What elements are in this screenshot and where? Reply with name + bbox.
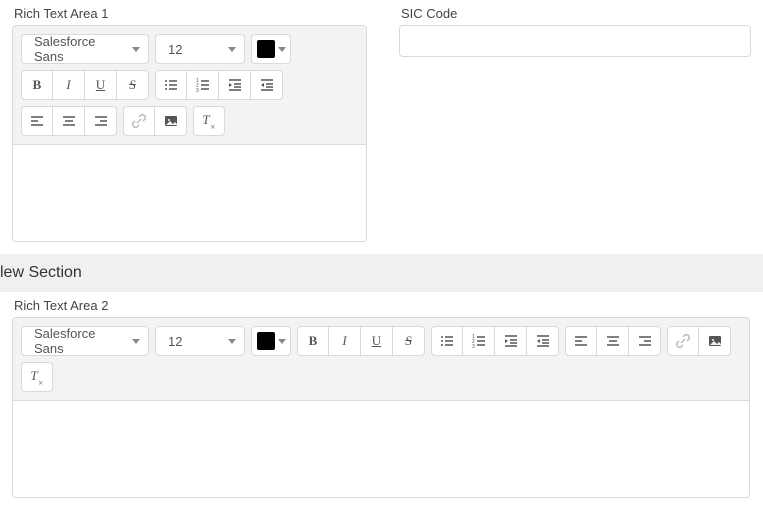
clear-format-icon: T×	[30, 368, 43, 386]
font-size-value: 12	[168, 334, 182, 349]
underline-icon: U	[96, 77, 105, 93]
color-swatch-icon	[257, 332, 275, 350]
strike-icon: S	[129, 77, 136, 93]
image-button[interactable]	[699, 326, 731, 356]
italic-icon: I	[342, 333, 346, 349]
align-right-icon	[93, 113, 109, 129]
list-group: 123	[155, 70, 283, 100]
align-center-button[interactable]	[597, 326, 629, 356]
italic-button[interactable]: I	[53, 70, 85, 100]
strike-icon: S	[405, 333, 412, 349]
underline-icon: U	[372, 333, 381, 349]
italic-button[interactable]: I	[329, 326, 361, 356]
image-icon	[707, 333, 723, 349]
align-right-icon	[637, 333, 653, 349]
section-title: lew Section	[0, 264, 82, 281]
svg-text:3: 3	[196, 88, 199, 93]
align-left-button[interactable]	[21, 106, 53, 136]
svg-text:3: 3	[472, 344, 475, 349]
align-right-button[interactable]	[629, 326, 661, 356]
insert-group	[123, 106, 187, 136]
sic-code-label: SIC Code	[399, 6, 751, 21]
align-left-icon	[29, 113, 45, 129]
outdent-icon	[259, 77, 275, 93]
chevron-down-icon	[228, 47, 236, 52]
bold-icon: B	[309, 333, 318, 349]
outdent-button[interactable]	[251, 70, 283, 100]
underline-button[interactable]: U	[361, 326, 393, 356]
indent-icon	[227, 77, 243, 93]
outdent-icon	[535, 333, 551, 349]
font-size-select[interactable]: 12	[155, 34, 245, 64]
bulleted-list-button[interactable]	[155, 70, 187, 100]
align-center-icon	[605, 333, 621, 349]
clear-group: T×	[21, 362, 53, 392]
numbered-list-icon: 123	[471, 333, 487, 349]
indent-button[interactable]	[495, 326, 527, 356]
bulleted-list-button[interactable]	[431, 326, 463, 356]
indent-button[interactable]	[219, 70, 251, 100]
font-family-select[interactable]: Salesforce Sans	[21, 326, 149, 356]
text-style-group: B I U S	[297, 326, 425, 356]
rta1-label: Rich Text Area 1	[12, 6, 367, 21]
align-left-button[interactable]	[565, 326, 597, 356]
chevron-down-icon	[228, 339, 236, 344]
text-color-picker[interactable]	[251, 326, 291, 356]
chevron-down-icon	[132, 339, 140, 344]
underline-button[interactable]: U	[85, 70, 117, 100]
text-color-picker[interactable]	[251, 34, 291, 64]
clear-group: T×	[193, 106, 225, 136]
clear-format-button[interactable]: T×	[193, 106, 225, 136]
section-header: lew Section	[0, 254, 763, 292]
bold-button[interactable]: B	[297, 326, 329, 356]
align-center-icon	[61, 113, 77, 129]
align-center-button[interactable]	[53, 106, 85, 136]
bold-icon: B	[33, 77, 42, 93]
link-button[interactable]	[123, 106, 155, 136]
image-icon	[163, 113, 179, 129]
image-button[interactable]	[155, 106, 187, 136]
chevron-down-icon	[278, 339, 286, 344]
strike-button[interactable]: S	[117, 70, 149, 100]
clear-format-button[interactable]: T×	[21, 362, 53, 392]
numbered-list-button[interactable]: 123	[187, 70, 219, 100]
font-family-value: Salesforce Sans	[34, 34, 124, 64]
rte2-content[interactable]	[13, 401, 749, 497]
link-icon	[131, 113, 147, 129]
link-button[interactable]	[667, 326, 699, 356]
bulleted-list-icon	[163, 77, 179, 93]
align-group	[21, 106, 117, 136]
font-family-select[interactable]: Salesforce Sans	[21, 34, 149, 64]
insert-group	[667, 326, 731, 356]
list-group: 123	[431, 326, 559, 356]
rte2-toolbar: Salesforce Sans 12 B I U S	[13, 318, 749, 401]
numbered-list-icon: 123	[195, 77, 211, 93]
rte1-toolbar: Salesforce Sans 12 B I U S	[13, 26, 366, 145]
indent-icon	[503, 333, 519, 349]
align-left-icon	[573, 333, 589, 349]
numbered-list-button[interactable]: 123	[463, 326, 495, 356]
align-right-button[interactable]	[85, 106, 117, 136]
sic-code-input[interactable]	[399, 25, 751, 57]
font-size-value: 12	[168, 42, 182, 57]
font-family-value: Salesforce Sans	[34, 326, 124, 356]
text-style-group: B I U S	[21, 70, 149, 100]
font-size-select[interactable]: 12	[155, 326, 245, 356]
chevron-down-icon	[132, 47, 140, 52]
clear-format-icon: T×	[202, 112, 215, 130]
strike-button[interactable]: S	[393, 326, 425, 356]
link-icon	[675, 333, 691, 349]
bold-button[interactable]: B	[21, 70, 53, 100]
bulleted-list-icon	[439, 333, 455, 349]
rte1-content[interactable]	[13, 145, 366, 241]
rta2-label: Rich Text Area 2	[12, 298, 750, 313]
chevron-down-icon	[278, 47, 286, 52]
color-swatch-icon	[257, 40, 275, 58]
outdent-button[interactable]	[527, 326, 559, 356]
italic-icon: I	[66, 77, 70, 93]
rich-text-editor-1: Salesforce Sans 12 B I U S	[12, 25, 367, 242]
align-group	[565, 326, 661, 356]
rich-text-editor-2: Salesforce Sans 12 B I U S	[12, 317, 750, 498]
